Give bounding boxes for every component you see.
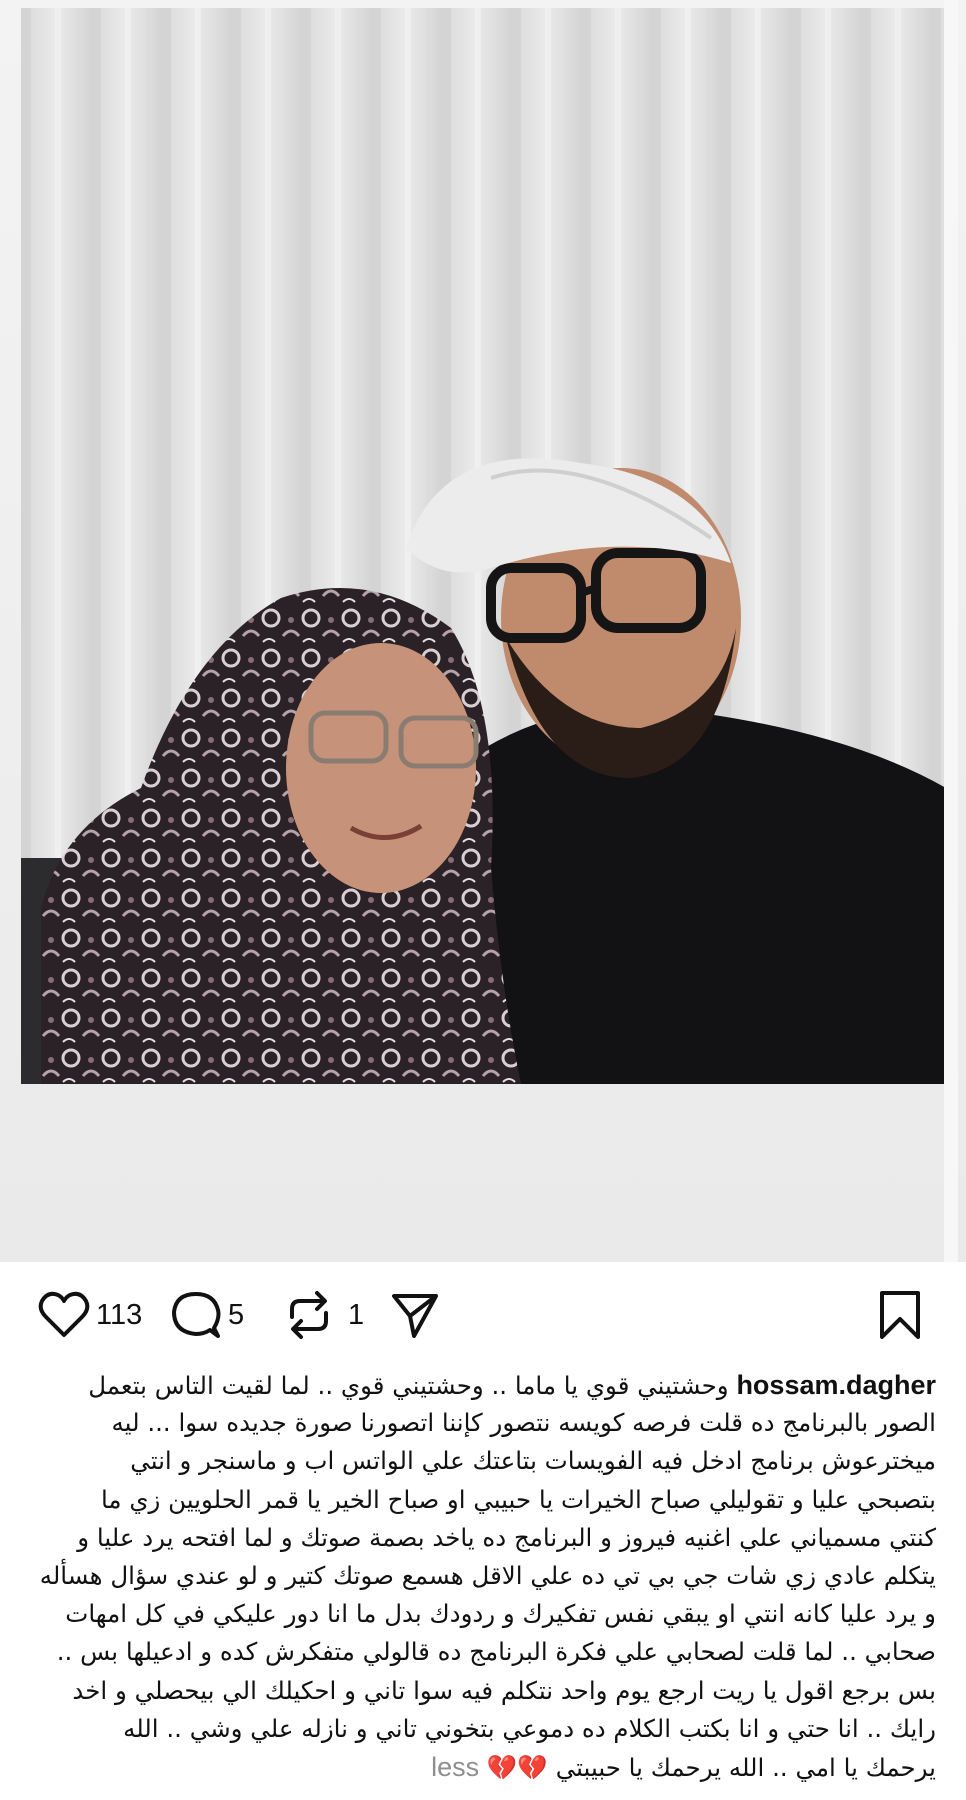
post-caption: hossam.dagher وحشتيني قوي يا ماما .. وحش… xyxy=(30,1366,936,1786)
comment-count[interactable]: 5 xyxy=(228,1299,244,1332)
less-link[interactable]: less xyxy=(431,1752,479,1782)
send-icon[interactable] xyxy=(390,1290,440,1340)
caption-text: يرحمك يا امي .. الله يرحمك يا حبيبتي xyxy=(555,1752,936,1782)
caption-line: ميخترعوش برنامج ادخل فيه الفويسات بتاعتك… xyxy=(130,1446,936,1476)
caption-line: يتكلم عادي زي شات جي بي تي ده علي الاقل … xyxy=(39,1560,936,1590)
post-photo-frame xyxy=(0,0,966,1262)
share-group xyxy=(390,1280,440,1350)
caption-line: كنتي مسمياني علي اغنيه فيروز و البرنامج … xyxy=(77,1522,936,1552)
caption-line: الصور بالبرنامج ده قلت فرصه كويسه نتصور … xyxy=(111,1408,936,1438)
post-action-bar: 113 5 1 xyxy=(0,1280,966,1350)
post-photo[interactable] xyxy=(21,8,946,1084)
caption-line: صحابي .. لما قلت لصحابي علي فكرة البرنام… xyxy=(56,1637,936,1667)
frame-edge xyxy=(944,0,958,1262)
caption-text: وحشتيني قوي يا ماما .. وحشتيني قوي .. لم… xyxy=(88,1371,729,1400)
post-username[interactable]: hossam.dagher xyxy=(736,1370,936,1400)
repost-icon[interactable] xyxy=(284,1289,334,1341)
caption-line: بس برجع اقول يا ريت ارجع يوم واحد نتكلم … xyxy=(72,1675,936,1705)
comment-bubble-icon[interactable] xyxy=(170,1290,222,1340)
save-group xyxy=(878,1280,922,1350)
photo-illustration xyxy=(21,8,946,1084)
caption-line: رايك .. انا حتي و انا بكتب الكلام ده دمو… xyxy=(123,1713,936,1743)
caption-line: hossam.dagher وحشتيني قوي يا ماما .. وحش… xyxy=(30,1366,936,1404)
comment-group: 5 xyxy=(170,1280,244,1350)
repost-count[interactable]: 1 xyxy=(348,1299,364,1332)
heart-icon[interactable] xyxy=(38,1291,90,1339)
caption-line: و يرد عليا كانه انتي او يبقي نفس تفكيرك … xyxy=(65,1599,936,1629)
repost-group: 1 xyxy=(284,1280,364,1350)
caption-line: يرحمك يا امي .. الله يرحمك يا حبيبتي 💔💔 … xyxy=(30,1748,936,1786)
like-group: 113 xyxy=(38,1280,142,1350)
broken-heart-emoji: 💔💔 xyxy=(486,1752,548,1782)
caption-line: بتصبحي عليا و تقوليلي صباح الخيرات يا حب… xyxy=(100,1484,936,1514)
like-count[interactable]: 113 xyxy=(96,1299,142,1332)
bookmark-icon[interactable] xyxy=(878,1289,922,1341)
